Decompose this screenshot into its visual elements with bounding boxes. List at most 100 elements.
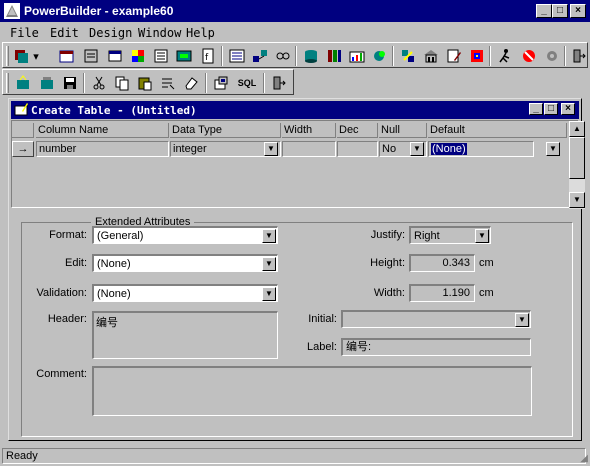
child-title-bar[interactable]: Create Table - (Untitled) _ □ ×	[11, 101, 579, 119]
current-row-arrow-icon[interactable]: →	[12, 141, 34, 157]
chevron-down-icon[interactable]: ▼	[410, 142, 424, 156]
minimize-button[interactable]: _	[536, 4, 552, 18]
chevron-down-icon[interactable]: ▼	[546, 142, 560, 156]
cut-icon[interactable]	[89, 73, 109, 93]
runner-icon[interactable]	[495, 46, 515, 66]
close-button[interactable]: ×	[570, 4, 586, 18]
exit-icon[interactable]	[569, 46, 589, 66]
toolbar-separator	[489, 46, 491, 66]
menu-icon[interactable]	[81, 46, 101, 66]
grid-vertical-scrollbar[interactable]: ▲ ▼	[569, 121, 585, 209]
dec-cell[interactable]	[337, 141, 378, 157]
chevron-down-icon[interactable]: ▼	[264, 142, 278, 156]
pipeline-icon[interactable]	[227, 46, 247, 66]
header-value: 编号	[96, 317, 118, 329]
validation-dropdown[interactable]: (None) ▼	[92, 284, 278, 302]
toolbar-grip	[6, 73, 9, 93]
project-icon[interactable]	[250, 46, 270, 66]
toolbar-separator	[295, 46, 297, 66]
data-type-cell[interactable]: integer ▼	[170, 141, 281, 157]
run-icon[interactable]	[467, 46, 487, 66]
report-icon[interactable]	[347, 46, 367, 66]
powerbuilder-icon[interactable]	[4, 3, 20, 19]
initial-dropdown[interactable]: ▼	[341, 310, 531, 328]
sql-button[interactable]: SQL	[235, 73, 259, 93]
menu-bar: File Edit Design Window Help	[0, 22, 590, 42]
datawindow-icon[interactable]	[105, 46, 125, 66]
chevron-down-icon[interactable]: ▼	[262, 229, 276, 243]
resize-grip-icon[interactable]: ◢	[580, 453, 588, 464]
painter-bar-table: SQL	[2, 69, 294, 95]
comment-textarea[interactable]	[92, 366, 532, 416]
application-icon[interactable]	[13, 46, 33, 66]
column-grid: Column Name Data Type Width Dec Null Def…	[11, 120, 585, 209]
clear-icon[interactable]	[158, 73, 178, 93]
structure-icon[interactable]	[128, 46, 148, 66]
query-icon[interactable]: f	[198, 46, 218, 66]
exit-icon[interactable]	[269, 73, 289, 93]
format-label: Format:	[49, 229, 87, 241]
database-profile-icon[interactable]	[301, 46, 321, 66]
open-table-icon[interactable]	[37, 73, 57, 93]
table-painter-icon[interactable]	[14, 102, 28, 119]
browser-icon[interactable]	[398, 46, 418, 66]
chevron-down-icon[interactable]: ▼	[262, 287, 276, 301]
user-object-icon[interactable]	[151, 46, 171, 66]
maximize-button[interactable]: □	[552, 4, 568, 18]
format-dropdown[interactable]: (General) ▼	[92, 226, 278, 244]
library-icon[interactable]	[324, 46, 344, 66]
edit-value: (None)	[97, 258, 131, 270]
toolbar-separator	[564, 46, 566, 66]
gear-icon[interactable]	[542, 46, 562, 66]
app-title-bar[interactable]: PowerBuilder - example60 _ □ ×	[0, 0, 590, 22]
child-close-button[interactable]: ×	[561, 103, 575, 115]
width-cell[interactable]	[282, 141, 336, 157]
comment-label: Comment:	[36, 368, 87, 380]
stop-icon[interactable]	[519, 46, 539, 66]
default-cell[interactable]: (None)	[428, 141, 534, 157]
child-maximize-button[interactable]: □	[544, 103, 558, 115]
edit-dropdown[interactable]: (None) ▼	[92, 254, 278, 272]
validation-value: (None)	[97, 288, 131, 300]
scroll-down-icon[interactable]: ▼	[569, 192, 585, 208]
validation-label: Validation:	[36, 287, 87, 299]
menu-file[interactable]: File	[10, 26, 39, 40]
window-icon[interactable]	[57, 46, 77, 66]
header-dec: Dec	[337, 123, 378, 138]
column-name-cell[interactable]: number	[36, 141, 169, 157]
save-icon[interactable]	[60, 73, 80, 93]
header-default: Default	[428, 123, 567, 138]
edit-icon[interactable]	[444, 46, 464, 66]
painter-bar-main: ▾ f	[2, 42, 588, 68]
menu-help[interactable]: Help	[186, 26, 215, 40]
new-table-icon[interactable]	[13, 73, 33, 93]
erase-icon[interactable]	[181, 73, 201, 93]
copy-icon[interactable]	[112, 73, 132, 93]
justify-dropdown[interactable]: Right ▼	[409, 226, 491, 244]
scroll-up-icon[interactable]: ▲	[569, 121, 585, 137]
chevron-down-icon[interactable]: ▼	[515, 313, 529, 327]
script-icon[interactable]	[370, 46, 390, 66]
chevron-down-icon[interactable]: ▼	[262, 257, 276, 271]
header-textarea[interactable]: 编号	[92, 311, 278, 359]
menu-design[interactable]: Design	[89, 26, 132, 40]
database-icon[interactable]	[273, 46, 293, 66]
null-cell[interactable]: No ▼	[379, 141, 427, 157]
menu-edit[interactable]: Edit	[50, 26, 79, 40]
paste-icon[interactable]	[135, 73, 155, 93]
chevron-down-icon[interactable]: ▾	[31, 46, 41, 66]
height-unit: cm	[479, 257, 494, 269]
width-field[interactable]: 1.190	[409, 284, 475, 302]
menu-window[interactable]: Window	[138, 26, 181, 40]
label-field[interactable]: 编号:	[341, 338, 531, 356]
function-icon[interactable]	[174, 46, 194, 66]
chevron-down-icon[interactable]: ▼	[475, 229, 489, 243]
scroll-thumb[interactable]	[569, 137, 585, 179]
properties-icon[interactable]	[211, 73, 231, 93]
debug-icon[interactable]	[421, 46, 441, 66]
child-minimize-button[interactable]: _	[529, 103, 543, 115]
default-value: (None)	[431, 143, 467, 155]
header-column-name: Column Name	[36, 123, 169, 138]
height-field[interactable]: 0.343	[409, 254, 475, 272]
initial-label: Initial:	[308, 313, 337, 325]
